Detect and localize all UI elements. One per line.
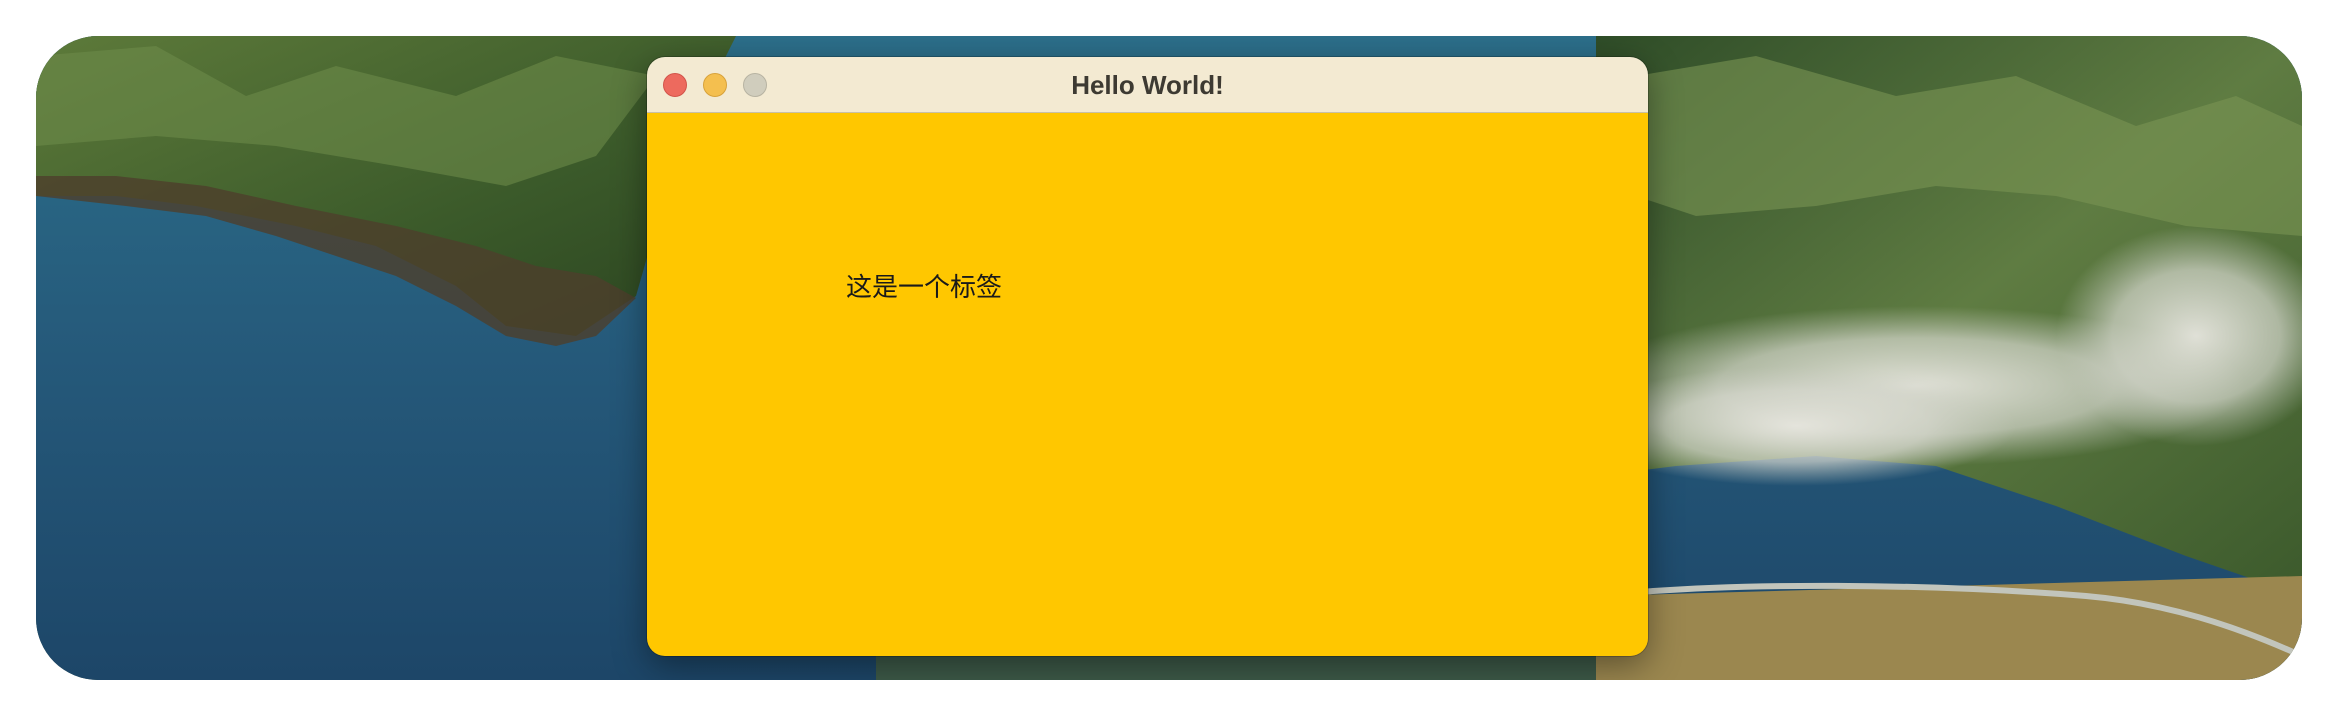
window-content: 这是一个标签 [647, 113, 1648, 656]
text-label: 这是一个标签 [846, 273, 1003, 303]
app-window: Hello World! 这是一个标签 [647, 57, 1648, 656]
window-title: Hello World! [1071, 70, 1224, 100]
desktop: Hello World! 这是一个标签 [36, 36, 2302, 680]
window-titlebar[interactable]: Hello World! [647, 57, 1648, 113]
